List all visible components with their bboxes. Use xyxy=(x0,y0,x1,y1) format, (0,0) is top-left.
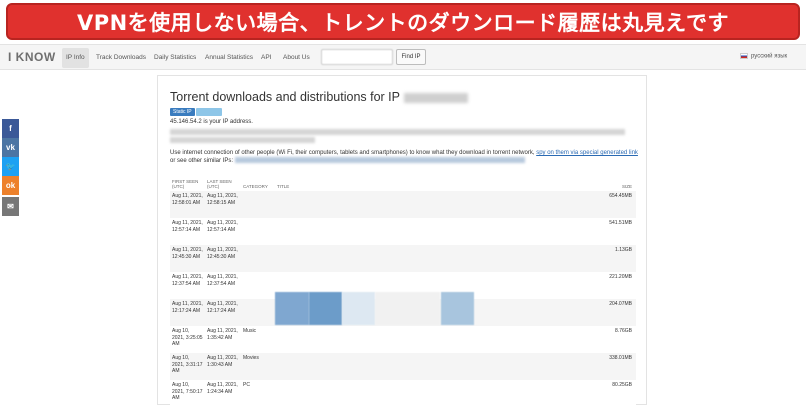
title-cell[interactable] xyxy=(275,326,578,353)
vk-share-button[interactable]: vk xyxy=(2,138,19,157)
ip-address-line: 45.146.54.2 is your IP address. xyxy=(170,119,253,125)
size-cell: 541.51MB xyxy=(578,218,636,245)
redacted-title-block xyxy=(441,292,474,325)
redacted-text-line-2 xyxy=(170,137,315,143)
last-seen-cell: Aug 11, 2021, 1:30:43 AM xyxy=(205,353,241,380)
site-logo[interactable]: I KNOW xyxy=(8,50,56,64)
table-row[interactable]: Aug 11, 2021, 12:57:14 AM Aug 11, 2021, … xyxy=(170,218,636,245)
redacted-title-block xyxy=(375,292,440,325)
redacted-title-block xyxy=(309,292,342,325)
category-cell xyxy=(241,218,275,245)
odnoklassniki-share-button[interactable]: ok xyxy=(2,176,19,195)
first-seen-cell: Aug 11, 2021, 12:17:24 AM xyxy=(170,299,205,326)
ip-search-input[interactable] xyxy=(321,49,393,65)
banner-text: VPNを使用しない場合、トレントのダウンロード履歴は丸見えです xyxy=(76,10,730,35)
header-last-seen: LAST SEEN (UTC) xyxy=(207,179,232,189)
title-cell[interactable] xyxy=(275,218,578,245)
table-row[interactable]: Aug 11, 2021, 12:58:01 AM Aug 11, 2021, … xyxy=(170,191,636,218)
last-seen-cell: Aug 11, 2021, 12:37:54 AM xyxy=(205,272,241,299)
main-content: Torrent downloads and distributions for … xyxy=(157,75,647,405)
last-seen-cell: Aug 11, 2021, 12:17:24 AM xyxy=(205,299,241,326)
title-cell[interactable] xyxy=(275,245,578,272)
title-cell[interactable] xyxy=(275,380,578,405)
first-seen-cell: Aug 10, 2021, 3:25:05 AM xyxy=(170,326,205,353)
first-seen-cell: Aug 11, 2021, 12:57:14 AM xyxy=(170,218,205,245)
spy-link[interactable]: spy on them via special generated link xyxy=(536,150,638,156)
first-seen-cell: Aug 10, 2021, 7:50:17 AM xyxy=(170,380,205,405)
header-title: TITLE xyxy=(277,184,290,189)
size-cell: 80.25GB xyxy=(578,380,636,405)
table-row[interactable]: Aug 10, 2021, 3:25:05 AM Aug 11, 2021, 1… xyxy=(170,326,636,353)
table-row[interactable]: Aug 10, 2021, 3:31:17 AM Aug 11, 2021, 1… xyxy=(170,353,636,380)
first-seen-cell: Aug 10, 2021, 3:31:17 AM xyxy=(170,353,205,380)
find-ip-button[interactable]: Find IP xyxy=(396,49,426,65)
header-category: CATEGORY xyxy=(243,184,268,189)
redacted-title-block xyxy=(342,292,375,325)
twitter-share-button[interactable]: 🐦 xyxy=(2,157,19,176)
nav-track-downloads[interactable]: Track Downloads xyxy=(92,48,150,68)
language-label: русский язык xyxy=(751,53,788,60)
category-cell: Music xyxy=(241,326,275,353)
ip-redacted xyxy=(404,92,468,103)
table-row[interactable]: Aug 10, 2021, 7:50:17 AM Aug 11, 2021, 1… xyxy=(170,380,636,405)
category-cell: Movies xyxy=(241,353,275,380)
category-cell xyxy=(241,299,275,326)
nav-about-us[interactable]: About Us xyxy=(279,48,314,68)
table-row[interactable]: Aug 11, 2021, 12:45:30 AM Aug 11, 2021, … xyxy=(170,245,636,272)
language-switch[interactable]: русский язык xyxy=(740,53,787,60)
torrent-table: FIRST SEEN (UTC) LAST SEEN (UTC) CATEGOR… xyxy=(170,177,636,405)
nav-ip-info[interactable]: IP Info xyxy=(62,48,89,68)
size-cell: 1.13GB xyxy=(578,245,636,272)
nav-api[interactable]: API xyxy=(257,48,275,68)
last-seen-cell: Aug 11, 2021, 12:57:14 AM xyxy=(205,218,241,245)
similar-ips-label: or see other similar IPs: xyxy=(170,158,234,164)
twitter-icon: 🐦 xyxy=(5,162,16,171)
title-cell[interactable] xyxy=(275,353,578,380)
size-cell: 221.20MB xyxy=(578,272,636,299)
last-seen-cell: Aug 11, 2021, 12:45:30 AM xyxy=(205,245,241,272)
page-title-text: Torrent downloads and distributions for … xyxy=(170,90,400,104)
email-icon: ✉ xyxy=(7,202,14,211)
description: Use internet connection of other people … xyxy=(170,149,640,165)
russia-flag-icon xyxy=(740,53,748,59)
header-first-seen: FIRST SEEN (UTC) xyxy=(172,179,199,189)
first-seen-cell: Aug 11, 2021, 12:58:01 AM xyxy=(170,191,205,218)
odnoklassniki-icon: ok xyxy=(5,181,16,190)
category-cell xyxy=(241,245,275,272)
redacted-text-line-1 xyxy=(170,129,625,135)
first-seen-cell: Aug 11, 2021, 12:45:30 AM xyxy=(170,245,205,272)
redacted-title-block xyxy=(275,292,309,325)
static-ip-badge: Static IP xyxy=(170,108,195,116)
first-seen-cell: Aug 11, 2021, 12:37:54 AM xyxy=(170,272,205,299)
size-cell: 204.07MB xyxy=(578,299,636,326)
description-text: Use internet connection of other people … xyxy=(170,150,535,156)
facebook-icon: f xyxy=(9,124,12,133)
nav-annual-statistics[interactable]: Annual Statistics xyxy=(201,48,257,68)
vk-icon: vk xyxy=(6,143,15,152)
redacted-badge xyxy=(196,108,222,116)
last-seen-cell: Aug 11, 2021, 12:58:15 AM xyxy=(205,191,241,218)
category-cell: PC xyxy=(241,380,275,405)
last-seen-cell: Aug 11, 2021, 1:24:34 AM xyxy=(205,380,241,405)
nav-daily-statistics[interactable]: Daily Statistics xyxy=(150,48,200,68)
last-seen-cell: Aug 11, 2021, 1:35:42 AM xyxy=(205,326,241,353)
header-size: SIZE xyxy=(621,184,632,189)
facebook-share-button[interactable]: f xyxy=(2,119,19,138)
similar-ips-redacted xyxy=(234,157,525,164)
size-cell: 338.01MB xyxy=(578,353,636,380)
size-cell: 654.45MB xyxy=(578,191,636,218)
category-cell xyxy=(241,191,275,218)
page-title: Torrent downloads and distributions for … xyxy=(170,90,468,104)
navbar: I KNOW IP Info Track Downloads Daily Sta… xyxy=(0,44,806,70)
title-cell[interactable] xyxy=(275,191,578,218)
banner-box: VPNを使用しない場合、トレントのダウンロード履歴は丸見えです xyxy=(6,3,800,40)
email-share-button[interactable]: ✉ xyxy=(2,197,19,216)
size-cell: 8.76GB xyxy=(578,326,636,353)
category-cell xyxy=(241,272,275,299)
banner: VPNを使用しない場合、トレントのダウンロード履歴は丸見えです xyxy=(0,0,806,44)
